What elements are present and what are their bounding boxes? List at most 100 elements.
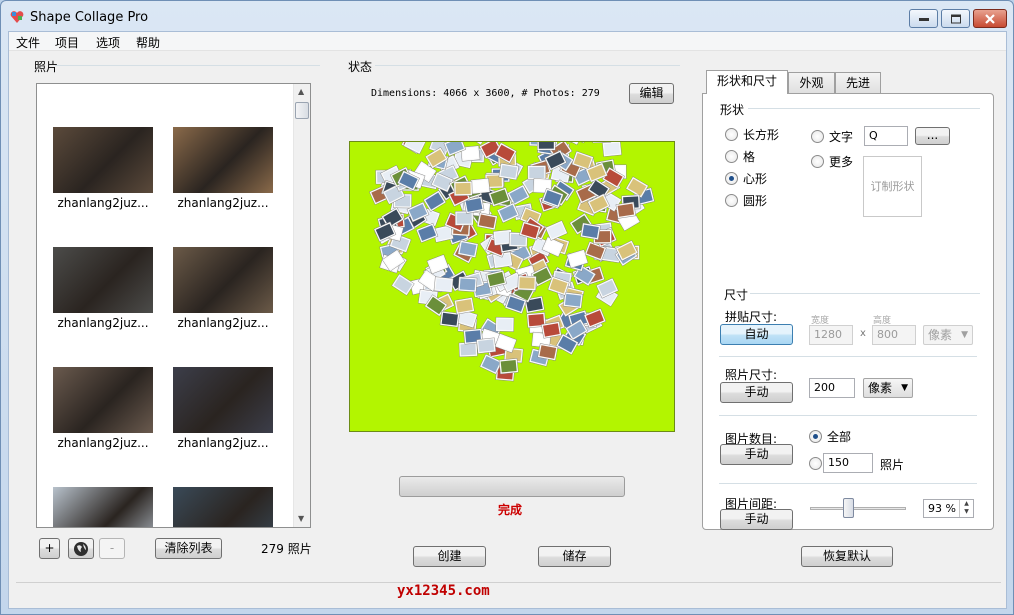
separator xyxy=(719,356,977,357)
photo-thumbnail xyxy=(173,367,273,433)
shape-group-title: 形状 xyxy=(720,103,745,117)
photo-thumbnail xyxy=(173,487,273,527)
photo-filename: zhanlang2juz... xyxy=(57,436,149,450)
shape-heart-radio[interactable] xyxy=(725,172,738,185)
collage-unit-select[interactable]: 像素 ▼ xyxy=(923,325,973,345)
remove-photo-button[interactable]: - xyxy=(99,538,125,559)
collage-width-input[interactable]: 1280 xyxy=(809,325,853,345)
collage-height-input[interactable]: 800 xyxy=(872,325,916,345)
photo-list-scrollbar[interactable]: ▲ ▼ xyxy=(293,84,310,527)
photo-thumbnail xyxy=(53,487,153,527)
shape-text-radio[interactable] xyxy=(811,130,824,143)
edit-button[interactable]: 编辑 xyxy=(629,83,674,104)
create-button[interactable]: 创建 xyxy=(413,546,486,567)
watermark: yx12345.com xyxy=(397,583,490,599)
photo-thumbnail-item[interactable]: zhanlang2juz... xyxy=(37,114,157,224)
photo-thumbnail-item[interactable] xyxy=(37,474,157,527)
collage-preview[interactable] xyxy=(349,122,675,432)
photo-thumbnail xyxy=(173,127,273,193)
status-group-title: 状态 xyxy=(348,60,373,74)
separator xyxy=(719,415,977,416)
spacing-manual-button[interactable]: 手动 xyxy=(720,509,793,530)
shape-more-radio[interactable] xyxy=(811,155,824,168)
photo-count: 279 照片 xyxy=(261,542,312,556)
photo-thumbnail-item[interactable] xyxy=(157,474,277,527)
photos-group-line xyxy=(55,65,320,66)
shape-more-label: 更多 xyxy=(829,155,854,169)
add-photo-button[interactable]: + xyxy=(39,538,60,559)
font-picker-button[interactable]: ... xyxy=(915,127,950,145)
shape-rectangle-radio[interactable] xyxy=(725,128,738,141)
title-bar[interactable]: Shape Collage Pro xyxy=(1,1,1013,31)
menu-project[interactable]: 项目 xyxy=(55,34,79,51)
photo-unit-value: 像素 xyxy=(868,381,893,395)
add-from-web-button[interactable] xyxy=(68,538,94,559)
save-button[interactable]: 储存 xyxy=(538,546,611,567)
shape-text-label: 文字 xyxy=(829,130,854,144)
progress-bar xyxy=(399,476,625,497)
chevron-down-icon: ▼ xyxy=(961,330,968,340)
photo-thumbnail xyxy=(53,127,153,193)
menu-options[interactable]: 选项 xyxy=(96,34,120,51)
status-group-line xyxy=(375,65,680,66)
menu-file[interactable]: 文件 xyxy=(16,34,40,51)
menu-help[interactable]: 帮助 xyxy=(136,34,160,51)
photo-thumbnail-item[interactable]: zhanlang2juz... xyxy=(37,234,157,344)
chevron-down-icon: ▼ xyxy=(901,383,908,393)
collage-size-label: 拼贴尺寸: xyxy=(725,310,778,324)
app-icon xyxy=(10,11,24,23)
heart-collage xyxy=(369,122,655,382)
photo-thumbnail-item[interactable]: zhanlang2juz... xyxy=(157,354,277,464)
photo-size-manual-button[interactable]: 手动 xyxy=(720,382,793,403)
scrollbar-thumb[interactable] xyxy=(295,102,309,119)
scroll-up-icon[interactable]: ▲ xyxy=(298,87,304,96)
photo-filename: zhanlang2juz... xyxy=(57,196,149,210)
spacing-slider-thumb[interactable] xyxy=(843,498,854,518)
close-button[interactable] xyxy=(973,9,1007,28)
collage-size-auto-button[interactable]: 自动 xyxy=(720,324,793,345)
photo-count-unit: 照片 xyxy=(880,458,905,472)
spacing-spinner[interactable]: 93 % ▲ ▼ xyxy=(923,499,974,518)
photo-thumbnail xyxy=(53,367,153,433)
minimize-button[interactable] xyxy=(909,9,938,28)
maximize-icon xyxy=(950,14,961,23)
shape-grid-radio[interactable] xyxy=(725,150,738,163)
maximize-button[interactable] xyxy=(941,9,970,28)
tab-advanced[interactable]: 先进 xyxy=(835,72,881,93)
spacing-value: 93 % xyxy=(928,502,956,515)
photo-thumbnail xyxy=(53,247,153,313)
photo-thumbnail-item[interactable]: zhanlang2juz... xyxy=(157,234,277,344)
photo-size-label: 照片尺寸: xyxy=(725,368,778,382)
tab-appearance[interactable]: 外观 xyxy=(788,72,835,93)
spinner-arrows-icon[interactable]: ▲ ▼ xyxy=(959,500,973,517)
count-custom-radio[interactable] xyxy=(809,457,822,470)
photo-size-input[interactable]: 200 xyxy=(809,378,855,398)
photo-thumbnail-item[interactable]: zhanlang2juz... xyxy=(37,354,157,464)
scroll-down-icon[interactable]: ▼ xyxy=(298,514,304,523)
shape-circle-radio[interactable] xyxy=(725,194,738,207)
clear-list-button[interactable]: 清除列表 xyxy=(155,538,222,559)
photo-count-manual-button[interactable]: 手动 xyxy=(720,444,793,465)
photo-list[interactable]: zhanlang2juz... zhanlang2juz... zhanlang2j… xyxy=(36,83,311,528)
photo-count-input[interactable]: 150 xyxy=(823,453,873,473)
shape-text-input[interactable]: Q xyxy=(864,126,908,146)
photo-filename: zhanlang2juz... xyxy=(177,436,269,450)
tab-shape-size[interactable]: 形状和尺寸 xyxy=(706,70,788,94)
shape-heart-label: 心形 xyxy=(743,172,768,186)
shape-size-panel: 形状 长方形 格 心形 圆形 文字 Q ... 更多 订制形状 尺寸 拼贴尺寸:… xyxy=(702,93,994,530)
photo-thumbnail-item[interactable]: zhanlang2juz... xyxy=(157,114,277,224)
count-all-radio[interactable] xyxy=(809,430,822,443)
spacing-slider-track[interactable] xyxy=(810,507,906,510)
client-area: 文件 项目 选项 帮助 照片 zhanlang2juz... zhanlang2j… xyxy=(8,31,1007,609)
photo-filename: zhanlang2juz... xyxy=(177,316,269,330)
photo-filename: zhanlang2juz... xyxy=(177,196,269,210)
restore-defaults-button[interactable]: 恢复默认 xyxy=(801,546,893,567)
collage-unit-value: 像素 xyxy=(928,328,953,342)
shape-circle-label: 圆形 xyxy=(743,194,768,208)
count-all-label: 全部 xyxy=(827,430,852,444)
window-title: Shape Collage Pro xyxy=(30,10,149,25)
custom-shape-box[interactable]: 订制形状 xyxy=(863,156,922,217)
separator xyxy=(719,483,977,484)
photo-unit-select[interactable]: 像素 ▼ xyxy=(863,378,913,398)
close-icon xyxy=(985,13,995,24)
